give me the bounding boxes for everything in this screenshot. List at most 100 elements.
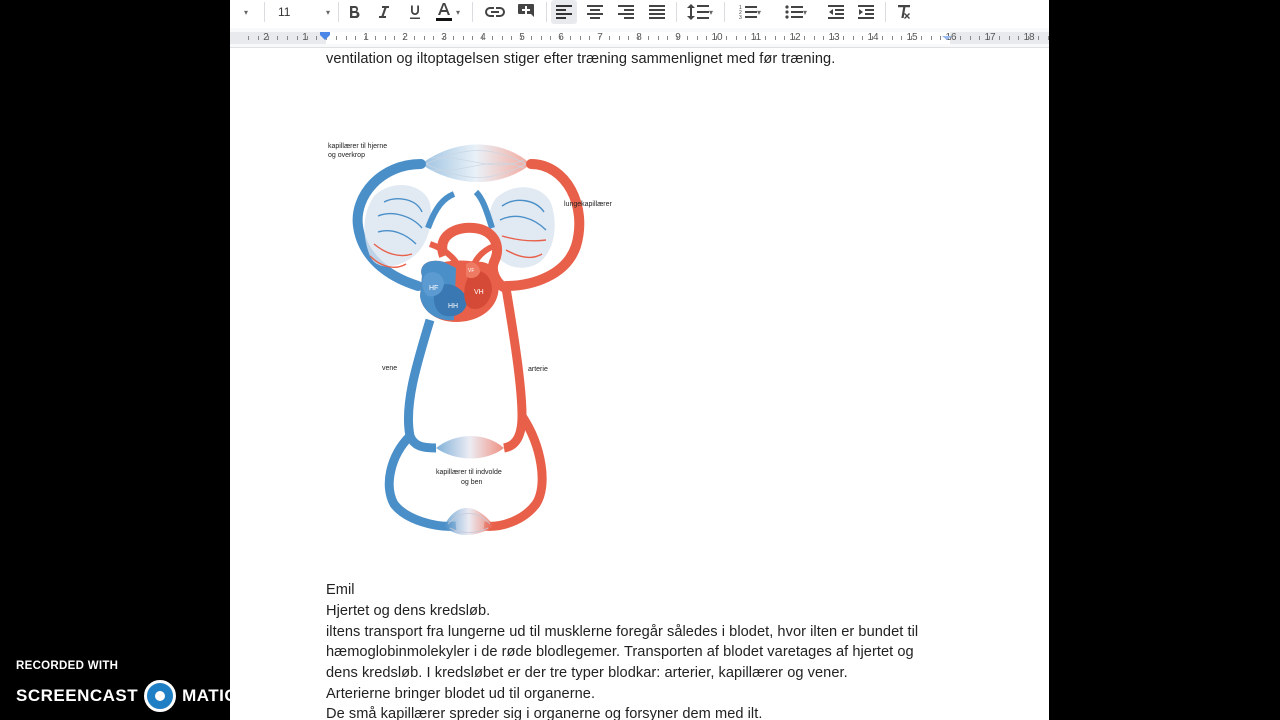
label-vh: VH: [474, 289, 484, 296]
label-hf: HF: [429, 285, 438, 292]
align-right-icon: [618, 5, 634, 19]
numbered-list-button[interactable]: 123 ▾: [732, 0, 768, 24]
ruler-tick: [424, 36, 425, 40]
ruler-number: 10: [711, 32, 723, 43]
ruler-tick: [940, 36, 941, 40]
ruler-tick: [658, 36, 659, 40]
underline-button[interactable]: [403, 0, 427, 24]
ruler-number: 17: [984, 32, 996, 43]
ruler-tick: [287, 36, 288, 40]
document-page[interactable]: ventilation og iltoptagelsen stiger efte…: [230, 48, 1049, 720]
text-color-button[interactable]: ▾: [434, 0, 460, 24]
ruler-tick: [1028, 36, 1029, 40]
ruler-tick: [804, 36, 805, 40]
chevron-down-icon: ▾: [455, 7, 460, 17]
ruler-tick: [365, 36, 366, 40]
ruler-tick: [521, 36, 522, 40]
align-right-button[interactable]: [614, 0, 638, 24]
ruler-tick: [599, 36, 600, 40]
ruler-tick: [385, 36, 386, 40]
ruler-tick: [794, 36, 795, 40]
paragraph-line: Emil: [326, 582, 355, 598]
ruler-tick: [628, 36, 629, 40]
line-spacing-button[interactable]: ▾: [682, 0, 718, 24]
ruler-tick: [297, 36, 298, 40]
toolbar-separator: [676, 2, 677, 22]
ruler-tick: [414, 36, 415, 40]
ruler-tick: [316, 36, 317, 40]
ruler-tick: [814, 36, 815, 40]
ruler-tick: [502, 36, 503, 40]
ruler-tick: [550, 36, 551, 40]
ruler-tick: [307, 36, 308, 40]
ruler-tick: [531, 36, 532, 40]
chevron-down-icon: ▾: [325, 7, 330, 17]
insert-link-button[interactable]: [482, 0, 508, 24]
style-dropdown[interactable]: ▾: [238, 0, 254, 24]
ruler-tick: [921, 36, 922, 40]
chevron-down-icon: ▾: [756, 7, 761, 17]
ruler-tick: [892, 36, 893, 40]
ruler-tick: [492, 36, 493, 40]
ruler-tick: [570, 36, 571, 40]
ruler-tick: [843, 36, 844, 40]
bulleted-list-button[interactable]: ▾: [778, 0, 814, 24]
horizontal-ruler[interactable]: 2 1 1 2 3 4 5 6 7 8 9 10 11 12 13 14 15 16 17 18: [230, 28, 1049, 48]
increase-indent-icon: [858, 5, 874, 19]
paragraph-line: ventilation og iltoptagelsen stiger efte…: [326, 51, 836, 67]
paragraph-line: Hjertet og dens kredsløb.: [326, 603, 491, 619]
watermark-brand-right: MATIC: [182, 686, 238, 705]
ruler-tick: [541, 36, 542, 40]
ruler-tick: [726, 36, 727, 40]
label-artery: arterie: [528, 366, 548, 373]
bold-button[interactable]: [342, 0, 366, 24]
ruler-number: 11: [750, 32, 762, 43]
italic-button[interactable]: [372, 0, 396, 24]
ruler-tick: [901, 36, 902, 40]
add-comment-icon: [518, 4, 534, 17]
decrease-indent-icon: [828, 5, 844, 19]
ruler-tick: [580, 36, 581, 40]
ruler-tick: [268, 36, 269, 40]
ruler-tick: [833, 36, 834, 40]
font-size-dropdown[interactable]: 11 ▾: [274, 0, 334, 24]
ruler-left-margin: [230, 32, 326, 44]
left-indent-marker-icon[interactable]: [320, 32, 330, 40]
ruler-tick: [648, 36, 649, 40]
increase-indent-button[interactable]: [854, 0, 878, 24]
ruler-tick: [619, 36, 620, 40]
formatting-toolbar: ▾ 11 ▾ ▾ ▾ 1 2 3 ▾ ▾: [230, 0, 1049, 28]
ruler-tick: [960, 36, 961, 40]
ruler-tick: [248, 36, 249, 40]
ruler-tick: [433, 36, 434, 40]
ruler-tick: [472, 36, 473, 40]
ruler-tick: [638, 36, 639, 40]
ruler-tick: [258, 36, 259, 40]
align-left-button[interactable]: [551, 0, 577, 24]
underline-icon: [410, 5, 420, 19]
paragraph-line: Arterierne bringer blodet ud til organer…: [326, 686, 596, 702]
ruler-tick: [375, 36, 376, 40]
numbered-list-icon: 123: [739, 5, 757, 20]
decrease-indent-button[interactable]: [824, 0, 848, 24]
clear-formatting-button[interactable]: [892, 0, 916, 24]
ruler-tick: [755, 36, 756, 40]
ruler-tick: [716, 36, 717, 40]
insert-comment-button[interactable]: [514, 0, 538, 24]
right-indent-marker-icon[interactable]: [942, 32, 952, 40]
screencast-watermark: RECORDED WITH SCREENCAST MATIC: [16, 660, 237, 712]
chevron-down-icon: ▾: [802, 7, 807, 17]
watermark-recorded-text: RECORDED WITH: [16, 660, 119, 672]
paragraph-line: dens kredsløb. I kredsløbet er der tre t…: [326, 665, 848, 681]
paragraph-line: De små kapillærer spreder sig i organern…: [326, 706, 763, 720]
toolbar-separator: [546, 2, 547, 22]
align-center-button[interactable]: [583, 0, 607, 24]
ruler-tick: [346, 36, 347, 40]
label-vf: VF: [468, 268, 474, 274]
ruler-tick: [404, 36, 405, 40]
justify-button[interactable]: [645, 0, 669, 24]
watermark-brand: SCREENCAST MATIC: [16, 680, 237, 712]
align-center-icon: [587, 5, 603, 19]
ruler-tick: [677, 36, 678, 40]
ruler-tick: [277, 36, 278, 40]
